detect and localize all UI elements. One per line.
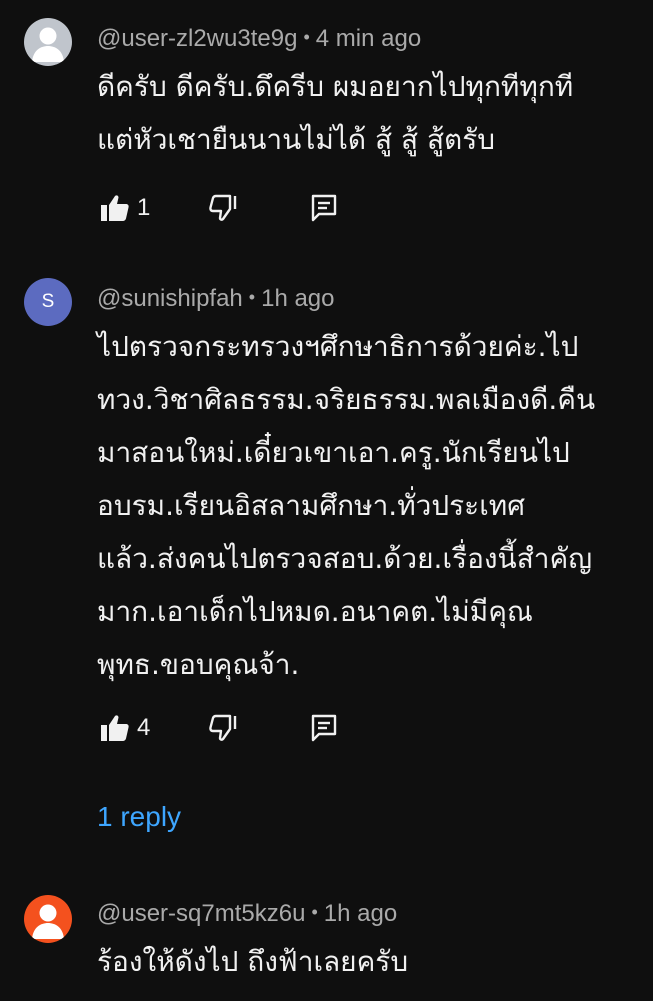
comment-text: ร้องให้ดังไป ถึงฟ้าเลยครับ bbox=[97, 935, 642, 988]
avatar[interactable] bbox=[24, 895, 72, 943]
reply-button[interactable] bbox=[306, 190, 342, 226]
view-replies-link[interactable]: 1 reply bbox=[97, 800, 181, 834]
comment-text: ไปตรวจกระทรวงฯศึกษาธิการด้วยค่ะ.ไป ทวง.ว… bbox=[97, 320, 642, 691]
reply-button[interactable] bbox=[306, 710, 342, 746]
default-user-avatar-icon bbox=[24, 18, 72, 66]
comment-author[interactable]: @user-sq7mt5kz6u bbox=[97, 900, 305, 927]
like-button[interactable] bbox=[97, 710, 133, 746]
comment-meta: @user-zl2wu3te9g • 4 min ago bbox=[97, 24, 421, 55]
comment-line: แต่หัวเชายืนนานไม่ได้ สู้ สู้ สู้ตรับ bbox=[97, 123, 496, 156]
comment-time: 1h ago bbox=[261, 285, 335, 312]
thumbs-down-icon bbox=[209, 714, 237, 741]
thumbs-down-icon bbox=[209, 194, 237, 221]
comment-line: มาสอนใหม่.เดี๋ยวเขาเอา.ครู.นักเรียนไป bbox=[97, 436, 570, 469]
comment-line: มาก.เอาเด็กไปหมด.อนาคต.ไม่มีคุณ bbox=[97, 595, 533, 628]
comment-meta: @user-sq7mt5kz6u • 1h ago bbox=[97, 899, 397, 930]
comment-line: ไปตรวจกระทรวงฯศึกษาธิการด้วยค่ะ.ไป bbox=[97, 330, 579, 363]
comment-actions: 1 bbox=[97, 190, 397, 226]
thumbs-up-icon bbox=[101, 715, 129, 741]
comment-line: ทวง.วิชาศิลธรรม.จริยธรรม.พลเมืองดี.คืน bbox=[97, 383, 596, 416]
meta-separator: • bbox=[311, 902, 318, 922]
meta-separator: • bbox=[248, 287, 256, 307]
comment-line: ดีครับ ดีครับ.ดึครีบ ผมอยากไปทุกทีทุกที bbox=[97, 70, 574, 103]
dislike-button[interactable] bbox=[205, 710, 241, 746]
dislike-button[interactable] bbox=[205, 190, 241, 226]
like-button[interactable] bbox=[97, 190, 133, 226]
avatar[interactable] bbox=[24, 18, 72, 66]
comment-line: ร้องให้ดังไป ถึงฟ้าเลยครับ bbox=[97, 945, 409, 978]
meta-separator: • bbox=[303, 27, 310, 47]
comment-line: อบรม.เรียนอิสลามศึกษา.ทั่วประเทศ bbox=[97, 489, 526, 522]
comment-author[interactable]: @sunishipfah bbox=[97, 285, 243, 312]
default-user-avatar-icon bbox=[24, 895, 72, 943]
avatar-letter: S bbox=[41, 291, 55, 312]
like-count: 4 bbox=[137, 714, 151, 741]
comment-time: 1h ago bbox=[323, 900, 398, 927]
comment-line: แล้ว.ส่งคนไปตรวจสอบ.ด้วย.เรื่องนี้สำคัญ bbox=[97, 542, 593, 575]
comment-line: พุทธ.ขอบคุณจ้า. bbox=[97, 648, 300, 681]
comment-author[interactable]: @user-zl2wu3te9g bbox=[97, 25, 297, 52]
reply-comment-icon bbox=[311, 194, 337, 222]
comment-time: 4 min ago bbox=[315, 25, 422, 52]
avatar[interactable]: S bbox=[24, 278, 72, 326]
reply-comment-icon bbox=[311, 714, 337, 742]
comment-meta: @sunishipfah • 1h ago bbox=[97, 284, 335, 315]
like-count: 1 bbox=[137, 194, 151, 221]
thumbs-up-icon bbox=[101, 195, 129, 221]
comment-actions: 4 bbox=[97, 710, 397, 746]
comment-text: ดีครับ ดีครับ.ดึครีบ ผมอยากไปทุกทีทุกที … bbox=[97, 60, 642, 166]
